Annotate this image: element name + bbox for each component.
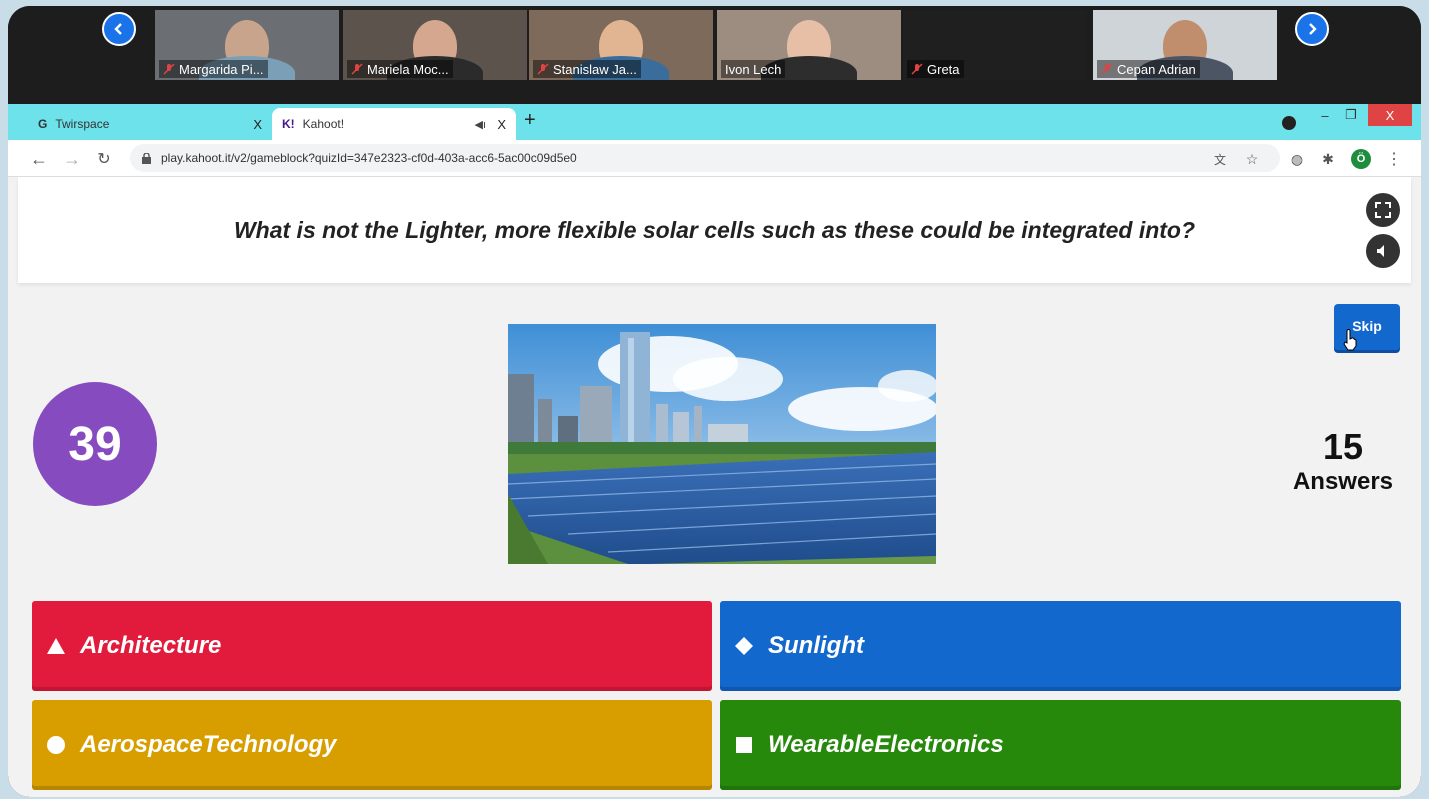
fullscreen-button[interactable] [1366,193,1400,227]
answers-count-value: 15 [1322,426,1364,467]
kahoot-favicon-icon: K! [282,117,295,131]
extensions-puzzle-icon[interactable]: ✱ [1318,149,1338,169]
fullscreen-icon [1375,202,1391,218]
participant-name-tag: Greta [907,60,964,78]
mic-off-icon [537,63,549,75]
answer-label: AerospaceTechnology [80,731,337,758]
close-tab-button[interactable]: X [253,117,262,132]
participant-name-tag: Mariela Moc... [347,60,453,78]
participant-tile[interactable]: Greta [903,10,1087,80]
speaker-icon [1377,245,1384,257]
new-tab-button[interactable]: + [524,110,536,130]
chevron-left-icon [114,23,122,35]
url-field[interactable]: play.kahoot.it/v2/gameblock?quizId=347e2… [130,144,1280,172]
participant-name-tag: Ivon Lech [721,60,786,78]
participant-tile[interactable]: Margarida Pi... [155,10,339,80]
extension-globe-icon[interactable]: ◍ [1287,149,1307,169]
mic-off-icon [1101,63,1113,75]
tab-kahoot[interactable]: K! Kahoot! ◀ı X [272,108,516,140]
answer-label: WearableElectronics [768,731,1004,758]
twirspace-favicon-icon: G [38,117,48,131]
mic-off-icon [163,63,175,75]
answer-option-yellow[interactable]: AerospaceTechnology [32,700,712,790]
profile-avatar[interactable]: Ö [1351,149,1371,169]
back-arrow-icon[interactable]: ← [28,148,50,170]
mic-off-icon [351,63,363,75]
reload-icon[interactable]: ↻ [93,148,115,170]
mic-off-icon [911,63,923,75]
kahoot-game-page: What is not the Lighter, more flexible s… [8,177,1421,797]
profile-icon[interactable] [1282,116,1296,130]
tab-twirspace[interactable]: G Twirspace X [28,108,272,140]
countdown-timer: 39 [33,382,157,506]
participant-name-tag: Cepan Adrian [1097,60,1200,78]
answer-option-red[interactable]: Architecture [32,601,712,691]
url-text: play.kahoot.it/v2/gameblock?quizId=347e2… [161,151,577,165]
window-close-button[interactable]: X [1368,104,1412,126]
answers-counter: 15 Answers [1278,427,1408,497]
participant-tile[interactable]: Ivon Lech [717,10,901,80]
square-icon [736,737,752,753]
translate-icon[interactable]: 文 [1210,149,1230,169]
participant-tile[interactable]: Stanislaw Ja... [529,10,713,80]
participant-tile[interactable]: Cepan Adrian [1093,10,1277,80]
participant-tile[interactable]: Mariela Moc... [343,10,527,80]
triangle-icon [47,638,65,654]
answer-option-blue[interactable]: Sunlight [720,601,1401,691]
browser-tab-bar: G Twirspace X K! Kahoot! ◀ı X [8,104,1421,140]
bookmark-star-icon[interactable]: ☆ [1242,149,1262,169]
circle-icon [47,736,65,754]
address-bar-row: ← → ↻ play.kahoot.it/v2/gameblock?quizId… [8,140,1421,177]
chevron-right-icon [1309,23,1317,35]
answer-label: Sunlight [768,632,864,659]
answer-label: Architecture [80,632,222,659]
previous-participants-button[interactable] [102,12,136,46]
diamond-icon [735,637,753,655]
speaker-icon[interactable]: ◀ı [474,118,486,131]
forward-arrow-icon[interactable]: → [61,148,83,170]
screen-share-frame: Margarida Pi... Mariela Moc... Stanislaw… [8,6,1421,797]
next-participants-button[interactable] [1295,12,1329,46]
tab-label: Kahoot! [302,117,345,131]
participant-name-tag: Stanislaw Ja... [533,60,641,78]
tab-label: Twirspace [55,117,110,131]
participant-name-tag: Margarida Pi... [159,60,268,78]
minimize-button[interactable]: – [1314,104,1336,126]
lock-icon [142,152,151,164]
maximize-button[interactable]: ❐ [1340,104,1362,126]
close-tab-button[interactable]: X [497,117,506,132]
question-text: What is not the Lighter, more flexible s… [233,217,1196,243]
hand-cursor-icon [1343,329,1357,351]
question-image [508,324,936,564]
more-menu-icon[interactable]: ⋮ [1384,149,1404,169]
participant-strip: Margarida Pi... Mariela Moc... Stanislaw… [8,6,1421,104]
answers-label: Answers [1292,468,1394,495]
answer-option-green[interactable]: WearableElectronics [720,700,1401,790]
sound-button[interactable] [1366,234,1400,268]
question-header: What is not the Lighter, more flexible s… [18,177,1411,283]
